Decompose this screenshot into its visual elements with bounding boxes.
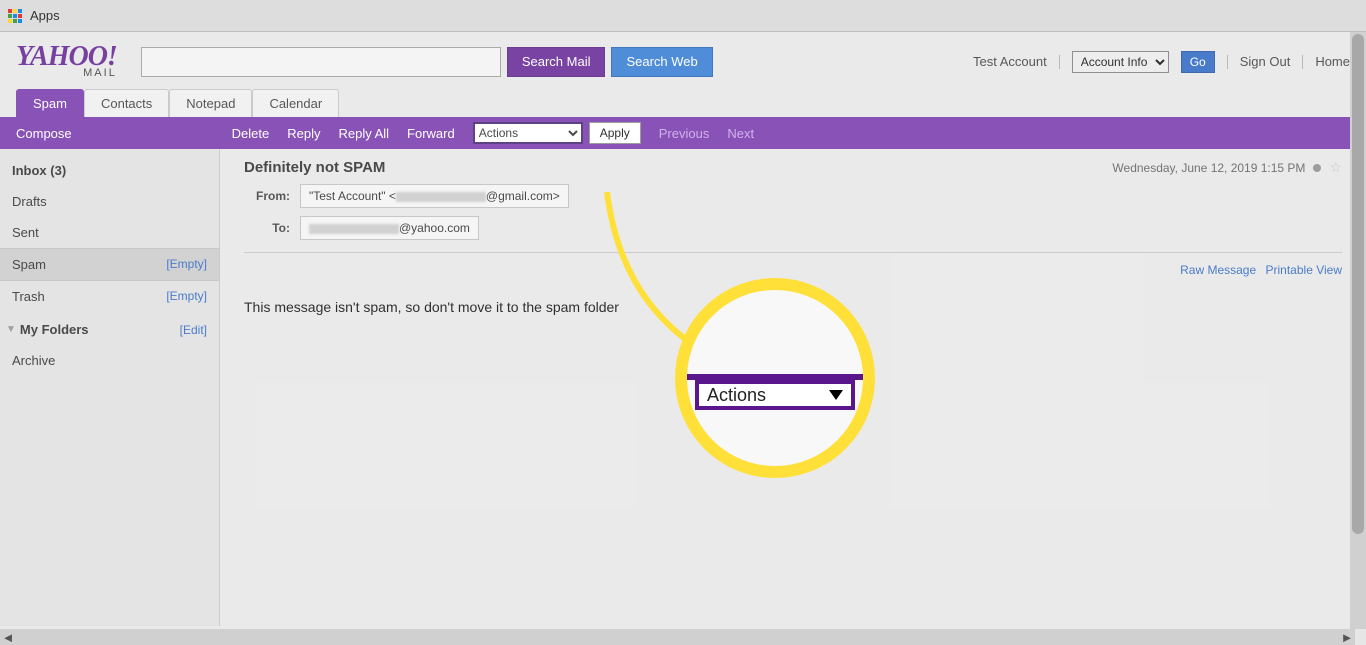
sidebar: Inbox (3) Drafts Sent Spam [Empty] Trash…: [0, 149, 220, 626]
go-button[interactable]: Go: [1181, 51, 1215, 73]
horizontal-scrollbar[interactable]: ◄ ►: [0, 629, 1355, 645]
separator: [1302, 55, 1303, 69]
sidebar-section-myfolders[interactable]: ▼ My Folders [Edit]: [0, 312, 219, 345]
sidebar-item-inbox[interactable]: Inbox (3): [0, 155, 219, 186]
separator: [1059, 55, 1060, 69]
yahoo-mail-logo[interactable]: YAHOO! MAIL: [16, 44, 117, 79]
apps-label[interactable]: Apps: [30, 8, 60, 23]
scroll-left-icon[interactable]: ◄: [0, 629, 16, 645]
compose-button[interactable]: Compose: [16, 126, 72, 141]
unread-dot-icon: [1313, 164, 1321, 172]
reply-all-button[interactable]: Reply All: [338, 126, 389, 141]
apps-icon[interactable]: [8, 9, 22, 23]
raw-message-link[interactable]: Raw Message: [1180, 263, 1256, 277]
delete-button[interactable]: Delete: [232, 126, 270, 141]
sidebar-item-trash[interactable]: Trash [Empty]: [0, 281, 219, 312]
dropdown-caret-icon: [829, 390, 843, 400]
tab-calendar[interactable]: Calendar: [252, 89, 339, 117]
scroll-right-icon[interactable]: ►: [1339, 629, 1355, 645]
redacted-text: [396, 192, 486, 202]
message-date: Wednesday, June 12, 2019 1:15 PM: [1112, 161, 1305, 175]
from-label: From:: [244, 189, 290, 203]
to-value: @yahoo.com: [300, 216, 479, 240]
callout-circle: Actions: [675, 278, 875, 478]
page: YAHOO! MAIL Search Mail Search Web Test …: [0, 32, 1366, 629]
star-icon[interactable]: ☆: [1329, 159, 1342, 176]
vertical-scrollbar[interactable]: [1350, 32, 1366, 629]
next-button[interactable]: Next: [727, 126, 754, 141]
from-value: "Test Account" <@gmail.com>: [300, 184, 569, 208]
sidebar-item-sent[interactable]: Sent: [0, 217, 219, 248]
tab-spam[interactable]: Spam: [16, 89, 84, 117]
sign-out-link[interactable]: Sign Out: [1240, 54, 1291, 69]
sidebar-item-spam[interactable]: Spam [Empty]: [0, 248, 219, 281]
caret-down-icon: ▼: [6, 324, 16, 335]
search-input[interactable]: [141, 47, 501, 77]
actions-select-zoomed: Actions: [695, 380, 855, 410]
toolbar: Compose Delete Reply Reply All Forward A…: [0, 117, 1366, 149]
header-right: Test Account Account Info Go Sign Out Ho…: [973, 51, 1350, 73]
reply-button[interactable]: Reply: [287, 126, 320, 141]
tab-notepad[interactable]: Notepad: [169, 89, 252, 117]
search-mail-button[interactable]: Search Mail: [507, 47, 606, 77]
edit-folders-link[interactable]: [Edit]: [180, 323, 207, 337]
forward-button[interactable]: Forward: [407, 126, 455, 141]
test-account-label: Test Account: [973, 54, 1047, 69]
apply-button[interactable]: Apply: [589, 122, 641, 144]
tab-contacts[interactable]: Contacts: [84, 89, 169, 117]
previous-button[interactable]: Previous: [659, 126, 710, 141]
actions-select[interactable]: Actions: [473, 122, 583, 144]
spam-empty-link[interactable]: [Empty]: [166, 257, 207, 272]
sidebar-item-drafts[interactable]: Drafts: [0, 186, 219, 217]
redacted-text: [309, 224, 399, 234]
to-label: To:: [244, 221, 290, 235]
browser-bookmark-bar: Apps: [0, 0, 1366, 32]
search-web-button[interactable]: Search Web: [611, 47, 712, 77]
home-link[interactable]: Home: [1315, 54, 1350, 69]
printable-view-link[interactable]: Printable View: [1266, 263, 1343, 277]
sidebar-item-archive[interactable]: Archive: [0, 345, 219, 376]
separator: [1227, 55, 1228, 69]
header: YAHOO! MAIL Search Mail Search Web Test …: [0, 32, 1366, 89]
message-view-links: Raw Message Printable View: [244, 263, 1342, 277]
account-info-select[interactable]: Account Info: [1072, 51, 1169, 73]
message-subject: Definitely not SPAM: [244, 159, 385, 176]
tabs: Spam Contacts Notepad Calendar: [0, 89, 1366, 117]
trash-empty-link[interactable]: [Empty]: [166, 289, 207, 304]
